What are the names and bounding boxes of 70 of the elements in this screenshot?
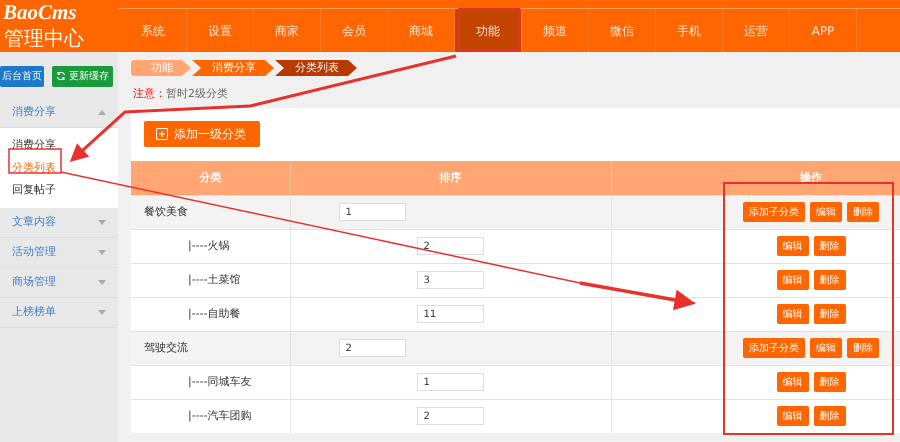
caret-icon xyxy=(98,280,106,284)
home-button[interactable]: 后台首页 xyxy=(0,66,44,86)
add-category-button[interactable]: 添加一级分类 xyxy=(144,121,260,147)
action-button[interactable]: 编辑 xyxy=(776,270,808,290)
app-title: 管理中心 xyxy=(4,28,84,48)
breadcrumb-step: 分类列表 xyxy=(275,60,357,76)
sort-field[interactable]: 2 xyxy=(338,339,406,357)
category-name: |----同城车友 xyxy=(131,365,290,399)
sort-field[interactable]: 1 xyxy=(416,373,484,391)
column-header: 排序 xyxy=(290,161,611,195)
menu-group-label: 商场管理 xyxy=(12,274,56,290)
breadcrumb-step[interactable]: 消费分享 xyxy=(192,60,274,76)
nav-tab[interactable]: APP xyxy=(790,9,857,52)
sort-field[interactable]: 1 xyxy=(338,203,406,221)
menu-group[interactable]: 上榜榜单 xyxy=(0,298,118,328)
annotation-box xyxy=(458,8,520,51)
nav-tab[interactable]: 设置 xyxy=(187,9,254,52)
add-icon xyxy=(156,128,168,140)
nav-tab[interactable]: 商家 xyxy=(254,9,321,52)
action-button[interactable]: 编辑 xyxy=(810,202,842,222)
action-button[interactable]: 删除 xyxy=(814,304,846,324)
caret-icon xyxy=(98,220,106,224)
action-button[interactable]: 编辑 xyxy=(776,406,808,426)
sort-field[interactable]: 2 xyxy=(416,407,484,426)
category-name: |----土菜馆 xyxy=(131,263,290,297)
annotation-box xyxy=(8,148,62,174)
breadcrumb-step[interactable]: 功能 xyxy=(131,60,191,76)
column-header: 操作 xyxy=(611,161,900,195)
category-name: |----火锅 xyxy=(131,229,290,263)
menu-group[interactable]: 商场管理 xyxy=(0,268,118,298)
category-name: 餐饮美食 xyxy=(131,195,290,229)
action-button[interactable]: 删除 xyxy=(847,338,879,358)
action-button[interactable]: 编辑 xyxy=(776,372,808,392)
menu-item[interactable]: 回复帖子 xyxy=(0,179,68,202)
logo-text: BaoCms xyxy=(3,2,77,23)
category-name: |----汽车团购 xyxy=(131,399,290,433)
menu-group-label: 消费分享 xyxy=(12,104,56,120)
action-button[interactable]: 删除 xyxy=(814,372,846,392)
notice-text: 注意：暂时2级分类 xyxy=(133,86,229,102)
caret-icon xyxy=(98,250,106,254)
action-button[interactable]: 删除 xyxy=(814,406,846,426)
refresh-icon xyxy=(56,71,66,81)
menu-group-label: 活动管理 xyxy=(12,244,56,260)
caret-icon xyxy=(98,310,106,314)
nav-tab[interactable]: 手机 xyxy=(656,9,723,52)
action-button[interactable]: 删除 xyxy=(847,202,879,222)
nav-tab[interactable]: 运营 xyxy=(723,9,790,52)
nav-tab[interactable]: 微信 xyxy=(589,9,656,52)
action-button[interactable]: 删除 xyxy=(814,236,846,256)
menu-group-label: 文章内容 xyxy=(12,214,56,230)
action-button[interactable]: 编辑 xyxy=(810,338,842,358)
action-button[interactable]: 编辑 xyxy=(776,304,808,324)
column-header: 分类 xyxy=(131,161,290,195)
nav-tab[interactable]: 系统 xyxy=(120,9,187,52)
action-button[interactable]: 删除 xyxy=(814,270,846,290)
refresh-cache-button[interactable]: 更新缓存 xyxy=(52,66,113,86)
category-name: 驾驶交流 xyxy=(131,331,290,365)
menu-group[interactable]: 文章内容 xyxy=(0,208,118,238)
action-button[interactable]: 添加子分类 xyxy=(743,202,805,222)
caret-icon xyxy=(98,110,106,115)
nav-tab[interactable]: 会员 xyxy=(321,9,388,52)
menu-item[interactable]: 分类列表 xyxy=(0,156,68,179)
menu-group-label: 上榜榜单 xyxy=(12,304,56,320)
sort-field[interactable]: 3 xyxy=(416,271,484,289)
action-button[interactable]: 编辑 xyxy=(776,236,808,256)
menu-group[interactable]: 活动管理 xyxy=(0,238,118,268)
sort-field[interactable]: 2 xyxy=(416,237,484,255)
sort-field[interactable]: 11 xyxy=(416,305,484,323)
action-button[interactable]: 添加子分类 xyxy=(743,338,805,358)
nav-tab[interactable]: 频道 xyxy=(522,9,589,52)
